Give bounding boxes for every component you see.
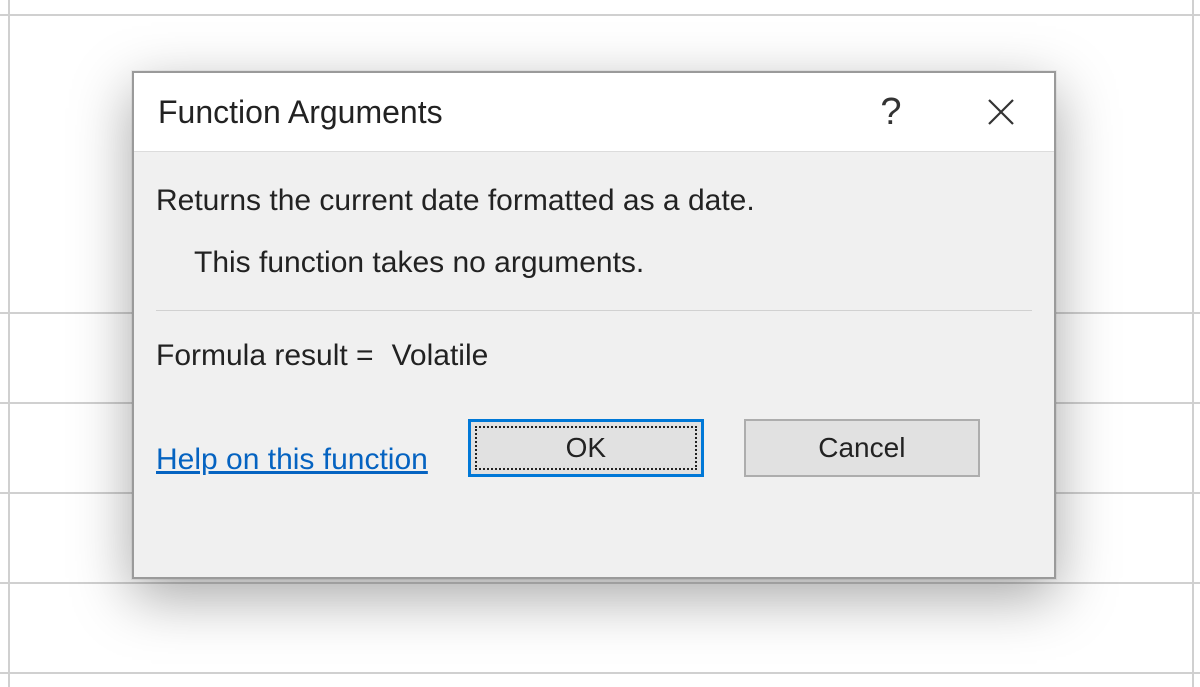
close-icon xyxy=(985,96,1017,128)
dialog-title: Function Arguments xyxy=(158,94,443,131)
dialog-titlebar: Function Arguments ? xyxy=(134,73,1054,151)
formula-result-row: Formula result = Volatile xyxy=(156,339,1032,373)
titlebar-close-button[interactable] xyxy=(966,73,1036,151)
function-description: Returns the current date formatted as a … xyxy=(156,184,1032,218)
cancel-button-label: Cancel xyxy=(818,432,905,464)
formula-result-value: Volatile xyxy=(392,339,489,373)
titlebar-help-button[interactable]: ? xyxy=(856,73,926,151)
help-icon: ? xyxy=(880,91,901,134)
dialog-body: Returns the current date formatted as a … xyxy=(134,151,1054,577)
formula-result-label: Formula result = xyxy=(156,339,374,373)
ok-button[interactable]: OK xyxy=(468,419,704,477)
function-arguments-dialog: Function Arguments ? Returns the current… xyxy=(132,71,1056,579)
dialog-footer: Help on this function OK Cancel xyxy=(156,419,1032,477)
no-arguments-text: This function takes no arguments. xyxy=(194,246,1032,280)
divider xyxy=(156,310,1032,311)
help-on-function-link[interactable]: Help on this function xyxy=(156,443,428,477)
cancel-button[interactable]: Cancel xyxy=(744,419,980,477)
ok-button-label: OK xyxy=(566,432,606,464)
